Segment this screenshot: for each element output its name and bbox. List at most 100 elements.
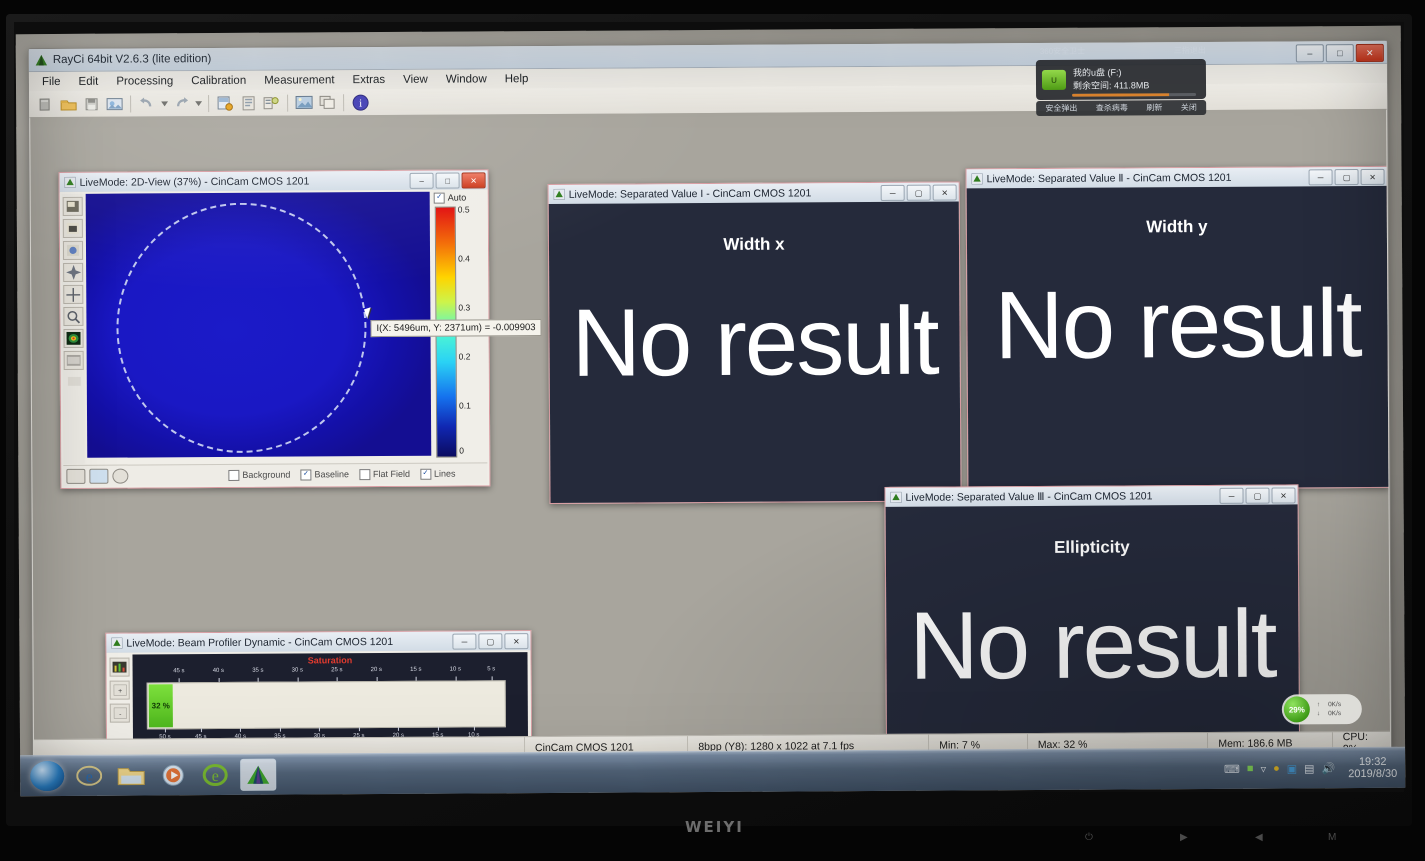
- zoom-out-icon[interactable]: -: [109, 703, 130, 723]
- menu-item-calibration[interactable]: Calibration: [182, 72, 255, 88]
- keyboard-icon[interactable]: ⌨: [1224, 762, 1240, 775]
- app-close-button[interactable]: ✕: [1355, 43, 1384, 63]
- checkbox-background-box[interactable]: [228, 469, 240, 481]
- auto-checkbox-box[interactable]: ✓: [433, 192, 445, 204]
- monitor-mode-button[interactable]: M: [1328, 832, 1336, 843]
- separated-value-2-panel: Width y No result: [966, 185, 1389, 490]
- redo-dropdown-icon[interactable]: [194, 94, 202, 113]
- bpd-minimize-button[interactable]: ─: [452, 633, 477, 650]
- menu-item-file[interactable]: File: [33, 73, 70, 89]
- colorbar-tick-4: 0.1: [458, 400, 471, 411]
- menu-item-processing[interactable]: Processing: [107, 73, 182, 89]
- checkbox-flat-field-box[interactable]: [358, 468, 370, 480]
- memory-usage-badge[interactable]: 29%: [1283, 696, 1310, 723]
- view-3d-icon[interactable]: [89, 468, 109, 484]
- top-tick-8: 5 s: [487, 666, 496, 673]
- menu-item-measurement[interactable]: Measurement: [255, 72, 343, 89]
- undo-dropdown-icon[interactable]: [160, 94, 168, 113]
- shield-icon[interactable]: ●: [1273, 763, 1280, 775]
- sv2-close-button[interactable]: ✕: [1360, 168, 1385, 186]
- volume-icon[interactable]: 🔊: [1322, 762, 1336, 775]
- battery-icon[interactable]: ■: [1247, 763, 1254, 775]
- view-rotate-icon[interactable]: [112, 468, 129, 484]
- separated-value-2-label: Width y: [1146, 216, 1208, 237]
- device-icon[interactable]: ▤: [1304, 762, 1314, 775]
- properties-icon[interactable]: [261, 93, 281, 112]
- menu-item-edit[interactable]: Edit: [69, 73, 107, 89]
- report-icon[interactable]: [238, 93, 258, 112]
- measure-setup-icon[interactable]: [215, 93, 235, 112]
- app-maximize-button[interactable]: □: [1325, 44, 1354, 63]
- checkbox-flat-field[interactable]: Flat Field: [358, 468, 410, 480]
- menu-item-window[interactable]: Window: [437, 71, 496, 87]
- usb-popup-header-left: 360安全卫士: [1039, 46, 1086, 56]
- browser-e-icon[interactable]: e: [198, 760, 232, 790]
- window-cascade-icon[interactable]: [317, 93, 337, 112]
- top-tick-5: 20 s: [370, 667, 383, 674]
- rayci-app-icon[interactable]: [240, 758, 277, 791]
- file-explorer-icon[interactable]: [114, 760, 148, 790]
- zoom-magnifier-icon[interactable]: [63, 306, 84, 326]
- colorbar-auto-checkbox[interactable]: ✓ Auto: [433, 191, 484, 204]
- image-crop-icon[interactable]: [62, 218, 83, 238]
- window-2d-view-minimize-button[interactable]: –: [409, 172, 434, 189]
- image-beam-icon[interactable]: [62, 240, 84, 260]
- windows-start-orb-icon[interactable]: [30, 760, 65, 792]
- security-icon[interactable]: ▣: [1287, 762, 1297, 775]
- sv3-close-button[interactable]: ✕: [1271, 487, 1296, 504]
- view-2d-icon[interactable]: [66, 468, 86, 484]
- crosshair-icon[interactable]: [63, 284, 84, 304]
- checkbox-baseline[interactable]: ✓ Baseline: [300, 468, 349, 481]
- bpd-close-button[interactable]: ✕: [504, 633, 529, 650]
- help-about-icon[interactable]: i: [350, 93, 370, 112]
- checkbox-baseline-box[interactable]: ✓: [300, 468, 312, 481]
- colormap-icon[interactable]: [63, 328, 84, 348]
- image-source-icon[interactable]: [62, 196, 83, 216]
- sv1-minimize-button[interactable]: ─: [880, 184, 905, 201]
- menu-item-extras[interactable]: Extras: [343, 71, 394, 87]
- checkbox-background[interactable]: Background: [228, 469, 290, 481]
- usb-action-eject[interactable]: 安全弹出: [1045, 103, 1077, 114]
- sv2-minimize-button[interactable]: ─: [1308, 169, 1333, 186]
- save-disk-icon[interactable]: [81, 94, 101, 113]
- redo-icon[interactable]: [171, 94, 191, 113]
- monitor-power-button[interactable]: ⏻: [1085, 832, 1093, 843]
- media-player-icon[interactable]: [156, 760, 190, 790]
- sv1-close-button[interactable]: ✕: [932, 184, 957, 201]
- monitor-menu-right-button[interactable]: ▶: [1180, 832, 1188, 843]
- checkbox-lines[interactable]: ✓ Lines: [419, 468, 456, 480]
- new-document-icon[interactable]: [35, 94, 55, 113]
- taskbar-clock[interactable]: 19:32 2019/8/30: [1342, 756, 1397, 780]
- sv3-maximize-button[interactable]: ▢: [1245, 487, 1270, 504]
- live-image-icon[interactable]: [294, 93, 314, 112]
- pan-compass-icon[interactable]: [63, 262, 84, 282]
- usb-action-scan[interactable]: 查杀病毒: [1096, 102, 1128, 113]
- undo-icon[interactable]: [137, 94, 157, 113]
- histogram-icon[interactable]: [109, 657, 130, 677]
- open-folder-icon[interactable]: [58, 94, 78, 113]
- ruler-icon[interactable]: [65, 373, 83, 390]
- capture-image-icon[interactable]: [104, 94, 124, 113]
- internet-explorer-icon[interactable]: e: [72, 761, 106, 791]
- menu-item-help[interactable]: Help: [496, 71, 538, 87]
- network-icon[interactable]: ▿: [1261, 762, 1267, 775]
- net-speed-float-widget[interactable]: 29% ↑ 0K/s ↓ 0K/s: [1281, 694, 1362, 725]
- usb-action-refresh[interactable]: 刷新: [1146, 102, 1162, 113]
- monitor-screen: NO NOLO RayCi 64bit V2.6.3 (lite edition…: [15, 25, 1406, 797]
- app-minimize-button[interactable]: –: [1295, 44, 1324, 63]
- top-tick-6: 15 s: [410, 666, 422, 673]
- sv3-minimize-button[interactable]: ─: [1219, 487, 1244, 504]
- grayscale-icon[interactable]: [63, 350, 84, 370]
- usb-action-close[interactable]: 关闭: [1181, 102, 1197, 113]
- window-2d-view-close-button[interactable]: ✕: [461, 172, 486, 189]
- bpd-maximize-button[interactable]: ▢: [478, 633, 503, 650]
- sv2-maximize-button[interactable]: ▢: [1334, 169, 1359, 186]
- beam-profiler-current-level: 32 %: [148, 684, 173, 728]
- checkbox-lines-box[interactable]: ✓: [419, 468, 432, 480]
- monitor-menu-left-button[interactable]: ◀: [1255, 832, 1263, 843]
- beam-profiler-plot[interactable]: Saturation 45 s 40 s 35 s 30 s 25 s 20 s…: [132, 652, 529, 740]
- window-2d-view-maximize-button[interactable]: □: [435, 172, 460, 189]
- menu-item-view[interactable]: View: [394, 71, 437, 87]
- zoom-in-icon[interactable]: +: [109, 680, 130, 700]
- sv1-maximize-button[interactable]: ▢: [906, 184, 931, 201]
